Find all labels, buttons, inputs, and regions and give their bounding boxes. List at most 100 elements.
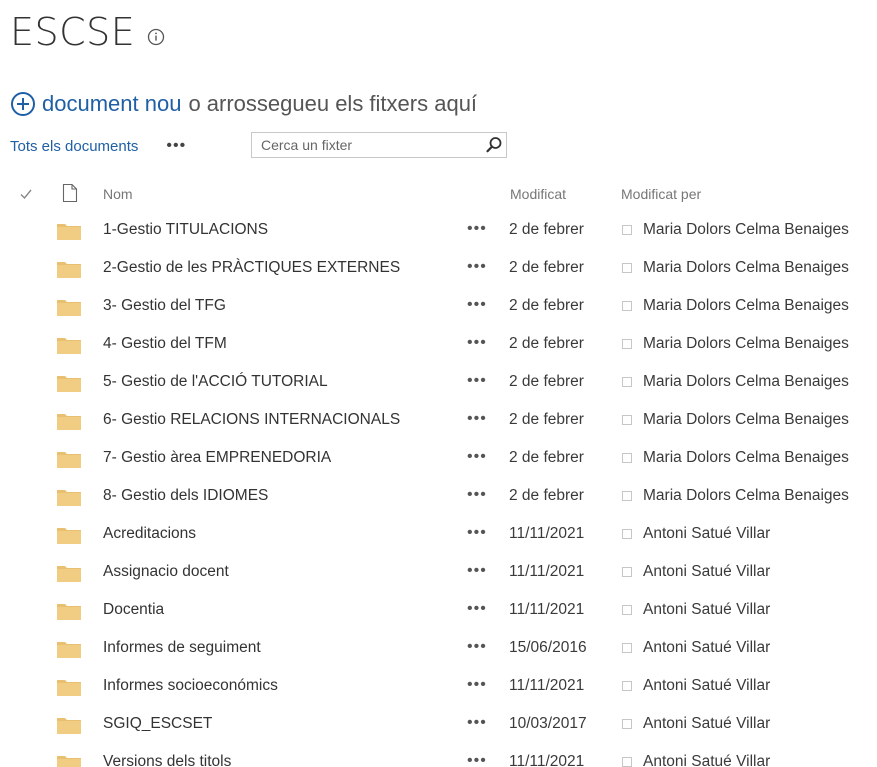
item-modified-by[interactable]: Maria Dolors Celma Benaiges xyxy=(643,221,849,239)
item-name[interactable]: Acreditacions xyxy=(103,525,196,543)
folder-icon xyxy=(57,224,81,240)
item-modified: 2 de febrer xyxy=(509,487,584,504)
item-modified-by[interactable]: Antoni Satué Villar xyxy=(643,715,770,733)
item-name[interactable]: 8- Gestio dels IDIOMES xyxy=(103,487,268,505)
list-item[interactable]: Informes de seguiment ••• 15/06/2016 Ant… xyxy=(0,629,877,667)
list-item[interactable]: Assignacio docent ••• 11/11/2021 Antoni … xyxy=(0,553,877,591)
item-name[interactable]: 5- Gestio de l'ACCIÓ TUTORIAL xyxy=(103,373,328,391)
item-modified-by[interactable]: Maria Dolors Celma Benaiges xyxy=(643,259,849,277)
select-all-check-icon[interactable] xyxy=(19,187,33,201)
item-modified-by[interactable]: Maria Dolors Celma Benaiges xyxy=(643,373,849,391)
list-item[interactable]: Informes socioeconómics ••• 11/11/2021 A… xyxy=(0,667,877,705)
item-more-button[interactable]: ••• xyxy=(467,258,487,276)
item-modified-by[interactable]: Maria Dolors Celma Benaiges xyxy=(643,487,849,505)
item-modified: 2 de febrer xyxy=(509,221,584,238)
item-modified-by[interactable]: Maria Dolors Celma Benaiges xyxy=(643,411,849,429)
list-item[interactable]: Acreditacions ••• 11/11/2021 Antoni Satu… xyxy=(0,515,877,553)
item-name[interactable]: 4- Gestio del TFM xyxy=(103,335,227,353)
item-modified: 11/11/2021 xyxy=(509,753,585,767)
item-modified-by[interactable]: Antoni Satué Villar xyxy=(643,563,770,581)
item-more-button[interactable]: ••• xyxy=(467,296,487,314)
item-more-button[interactable]: ••• xyxy=(467,334,487,352)
presence-indicator xyxy=(622,301,632,311)
list-item[interactable]: 2-Gestio de les PRÀCTIQUES EXTERNES ••• … xyxy=(0,249,877,287)
item-more-button[interactable]: ••• xyxy=(467,524,487,542)
item-name[interactable]: Informes socioeconómics xyxy=(103,677,278,695)
item-more-button[interactable]: ••• xyxy=(467,220,487,238)
column-header-name[interactable]: Nom xyxy=(103,186,133,202)
info-icon[interactable] xyxy=(147,28,165,46)
search-input[interactable] xyxy=(252,133,483,157)
folder-icon xyxy=(57,376,81,392)
item-more-button[interactable]: ••• xyxy=(467,714,487,732)
list-item[interactable]: 6- Gestio RELACIONS INTERNACIONALS ••• 2… xyxy=(0,401,877,439)
new-document-link[interactable]: document nou xyxy=(42,90,181,118)
item-more-button[interactable]: ••• xyxy=(467,562,487,580)
item-name[interactable]: Docentia xyxy=(103,601,164,619)
folder-icon xyxy=(57,452,81,468)
presence-indicator xyxy=(622,757,632,767)
item-modified-by[interactable]: Antoni Satué Villar xyxy=(643,753,770,767)
item-name[interactable]: 6- Gestio RELACIONS INTERNACIONALS xyxy=(103,411,400,429)
list-item[interactable]: Versions dels titols ••• 11/11/2021 Anto… xyxy=(0,743,877,767)
list-item[interactable]: 3- Gestio del TFG ••• 2 de febrer Maria … xyxy=(0,287,877,325)
folder-icon xyxy=(57,338,81,354)
item-modified-by[interactable]: Antoni Satué Villar xyxy=(643,525,770,543)
list-item[interactable]: SGIQ_ESCSET ••• 10/03/2017 Antoni Satué … xyxy=(0,705,877,743)
item-more-button[interactable]: ••• xyxy=(467,410,487,428)
item-modified-by[interactable]: Antoni Satué Villar xyxy=(643,601,770,619)
item-modified-by[interactable]: Maria Dolors Celma Benaiges xyxy=(643,335,849,353)
folder-icon xyxy=(57,718,81,734)
list-item[interactable]: 7- Gestio àrea EMPRENEDORIA ••• 2 de feb… xyxy=(0,439,877,477)
list-item[interactable]: 1-Gestio TITULACIONS ••• 2 de febrer Mar… xyxy=(0,211,877,249)
presence-indicator xyxy=(622,719,632,729)
item-more-button[interactable]: ••• xyxy=(467,600,487,618)
folder-icon xyxy=(57,566,81,582)
presence-indicator xyxy=(622,491,632,501)
list-item[interactable]: 4- Gestio del TFM ••• 2 de febrer Maria … xyxy=(0,325,877,363)
new-document-row: document nou o arrossegueu els fitxers a… xyxy=(10,90,477,118)
presence-indicator xyxy=(622,605,632,615)
item-modified-by[interactable]: Maria Dolors Celma Benaiges xyxy=(643,297,849,315)
item-more-button[interactable]: ••• xyxy=(467,676,487,694)
column-header-modified-by[interactable]: Modificat per xyxy=(621,186,701,202)
presence-indicator xyxy=(622,377,632,387)
folder-icon xyxy=(57,604,81,620)
item-name[interactable]: Versions dels titols xyxy=(103,753,231,767)
item-modified-by[interactable]: Antoni Satué Villar xyxy=(643,639,770,657)
item-modified: 2 de febrer xyxy=(509,259,584,276)
item-name[interactable]: Informes de seguiment xyxy=(103,639,261,657)
item-modified-by[interactable]: Antoni Satué Villar xyxy=(643,677,770,695)
page-title: ESCSE xyxy=(10,10,136,54)
item-more-button[interactable]: ••• xyxy=(467,448,487,466)
title-row: ESCSE xyxy=(10,8,165,56)
view-more-button[interactable]: ••• xyxy=(166,137,186,155)
list-item[interactable]: 5- Gestio de l'ACCIÓ TUTORIAL ••• 2 de f… xyxy=(0,363,877,401)
folder-icon xyxy=(57,528,81,544)
item-more-button[interactable]: ••• xyxy=(467,486,487,504)
presence-indicator xyxy=(622,453,632,463)
column-header-modified[interactable]: Modificat xyxy=(510,186,566,202)
item-more-button[interactable]: ••• xyxy=(467,638,487,656)
item-more-button[interactable]: ••• xyxy=(467,752,487,767)
document-type-icon[interactable] xyxy=(62,183,78,203)
item-modified: 11/11/2021 xyxy=(509,677,585,694)
item-modified-by[interactable]: Maria Dolors Celma Benaiges xyxy=(643,449,849,467)
item-name[interactable]: 2-Gestio de les PRÀCTIQUES EXTERNES xyxy=(103,259,400,277)
plus-circle-icon[interactable] xyxy=(10,91,36,117)
item-more-button[interactable]: ••• xyxy=(467,372,487,390)
item-modified: 11/11/2021 xyxy=(509,525,585,542)
search-box xyxy=(251,132,507,158)
list-item[interactable]: Docentia ••• 11/11/2021 Antoni Satué Vil… xyxy=(0,591,877,629)
list-item[interactable]: 8- Gestio dels IDIOMES ••• 2 de febrer M… xyxy=(0,477,877,515)
search-icon[interactable] xyxy=(485,136,503,154)
item-name[interactable]: Assignacio docent xyxy=(103,563,229,581)
item-name[interactable]: 7- Gestio àrea EMPRENEDORIA xyxy=(103,449,331,467)
presence-indicator xyxy=(622,339,632,349)
item-name[interactable]: 3- Gestio del TFG xyxy=(103,297,226,315)
presence-indicator xyxy=(622,567,632,577)
view-all-documents-link[interactable]: Tots els documents xyxy=(10,138,138,155)
item-modified: 15/06/2016 xyxy=(509,639,587,656)
item-name[interactable]: 1-Gestio TITULACIONS xyxy=(103,221,268,239)
item-name[interactable]: SGIQ_ESCSET xyxy=(103,715,212,733)
